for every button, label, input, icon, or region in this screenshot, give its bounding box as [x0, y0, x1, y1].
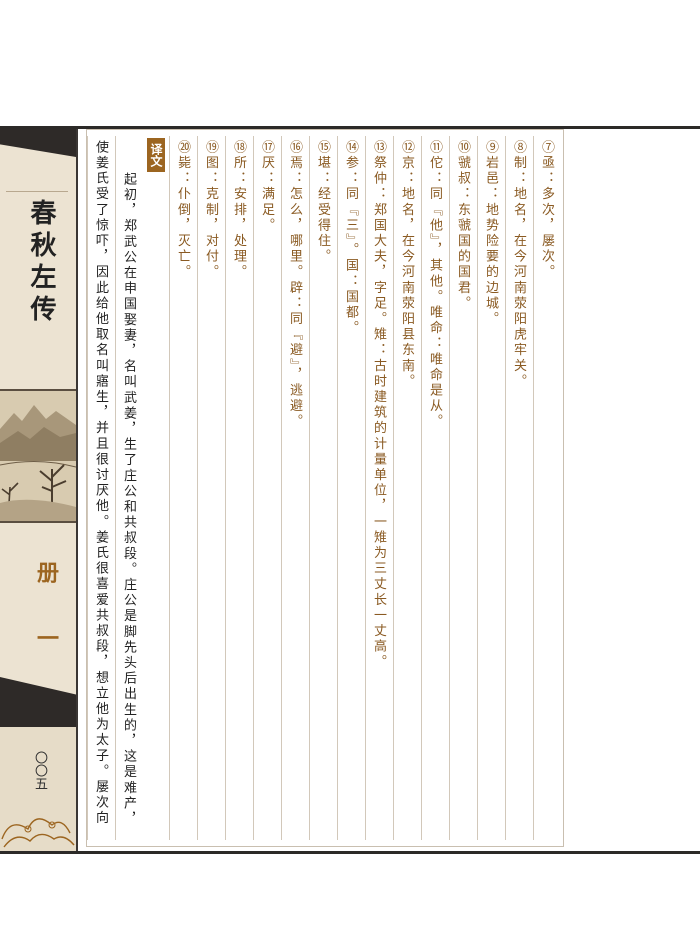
note-item: ⑰厌：满足。 — [253, 136, 280, 840]
note-item: ⑯焉：怎么，哪里。辟：同『避』，逃避。 — [281, 136, 308, 840]
note-item: ⑳毙：仆倒，灭亡。 — [169, 136, 196, 840]
left-decorative-band: 春秋左传 册 一 〇〇五 — [0, 129, 78, 851]
note-item: ⑪佗：同『他』，其他。唯命：唯命是从。 — [421, 136, 448, 840]
band-lower-ornament — [0, 677, 76, 727]
note-item: ⑨岩邑：地势险要的边城。 — [477, 136, 504, 840]
note-item: ⑲图：克制，对付。 — [197, 136, 224, 840]
note-item: ⑬祭仲：郑国大夫，字足。雉：古时建筑的计量单位，一雉为三丈长一丈高。 — [365, 136, 392, 840]
text-panel: ⑦亟：多次，屡次。 ⑧制：地名，在今河南荥阳虎牢关。 ⑨岩邑：地势险要的边城。 … — [86, 129, 564, 847]
landscape-painting — [0, 389, 76, 523]
translation-line: 起初，郑武公在申国娶妻，名叫武姜，生了庄公和共叔段。庄公是脚先头后出生的，这是难… — [115, 136, 142, 840]
note-item: ⑱所：安排，处理。 — [225, 136, 252, 840]
bottom-frame-line — [0, 851, 700, 854]
note-item: ⑩虢叔：东虢国的国君。 — [449, 136, 476, 840]
note-item: ⑦亟：多次，屡次。 — [533, 136, 560, 840]
band-top-ornament — [0, 129, 76, 157]
page-number: 〇〇五 — [32, 751, 47, 790]
note-item: ⑫京：地名，在今河南荥阳县东南。 — [393, 136, 420, 840]
cloud-ornament-icon — [1, 818, 75, 848]
translation-label: 译文 — [147, 138, 165, 172]
volume-label: 册 一 — [33, 561, 59, 667]
note-item: ⑧制：地名，在今河南荥阳虎牢关。 — [505, 136, 532, 840]
landscape-painting-icon — [0, 391, 76, 521]
book-title: 春秋左传 — [26, 199, 56, 327]
note-item: ⑭参：同『三』。国：国都。 — [337, 136, 364, 840]
note-item: ⑮堪：经受得住。 — [309, 136, 336, 840]
translation-line: 使姜氏受了惊吓，因此给他取名叫寤生，并且很讨厌他。姜氏很喜爱共叔段，想立他为太子… — [87, 136, 114, 840]
